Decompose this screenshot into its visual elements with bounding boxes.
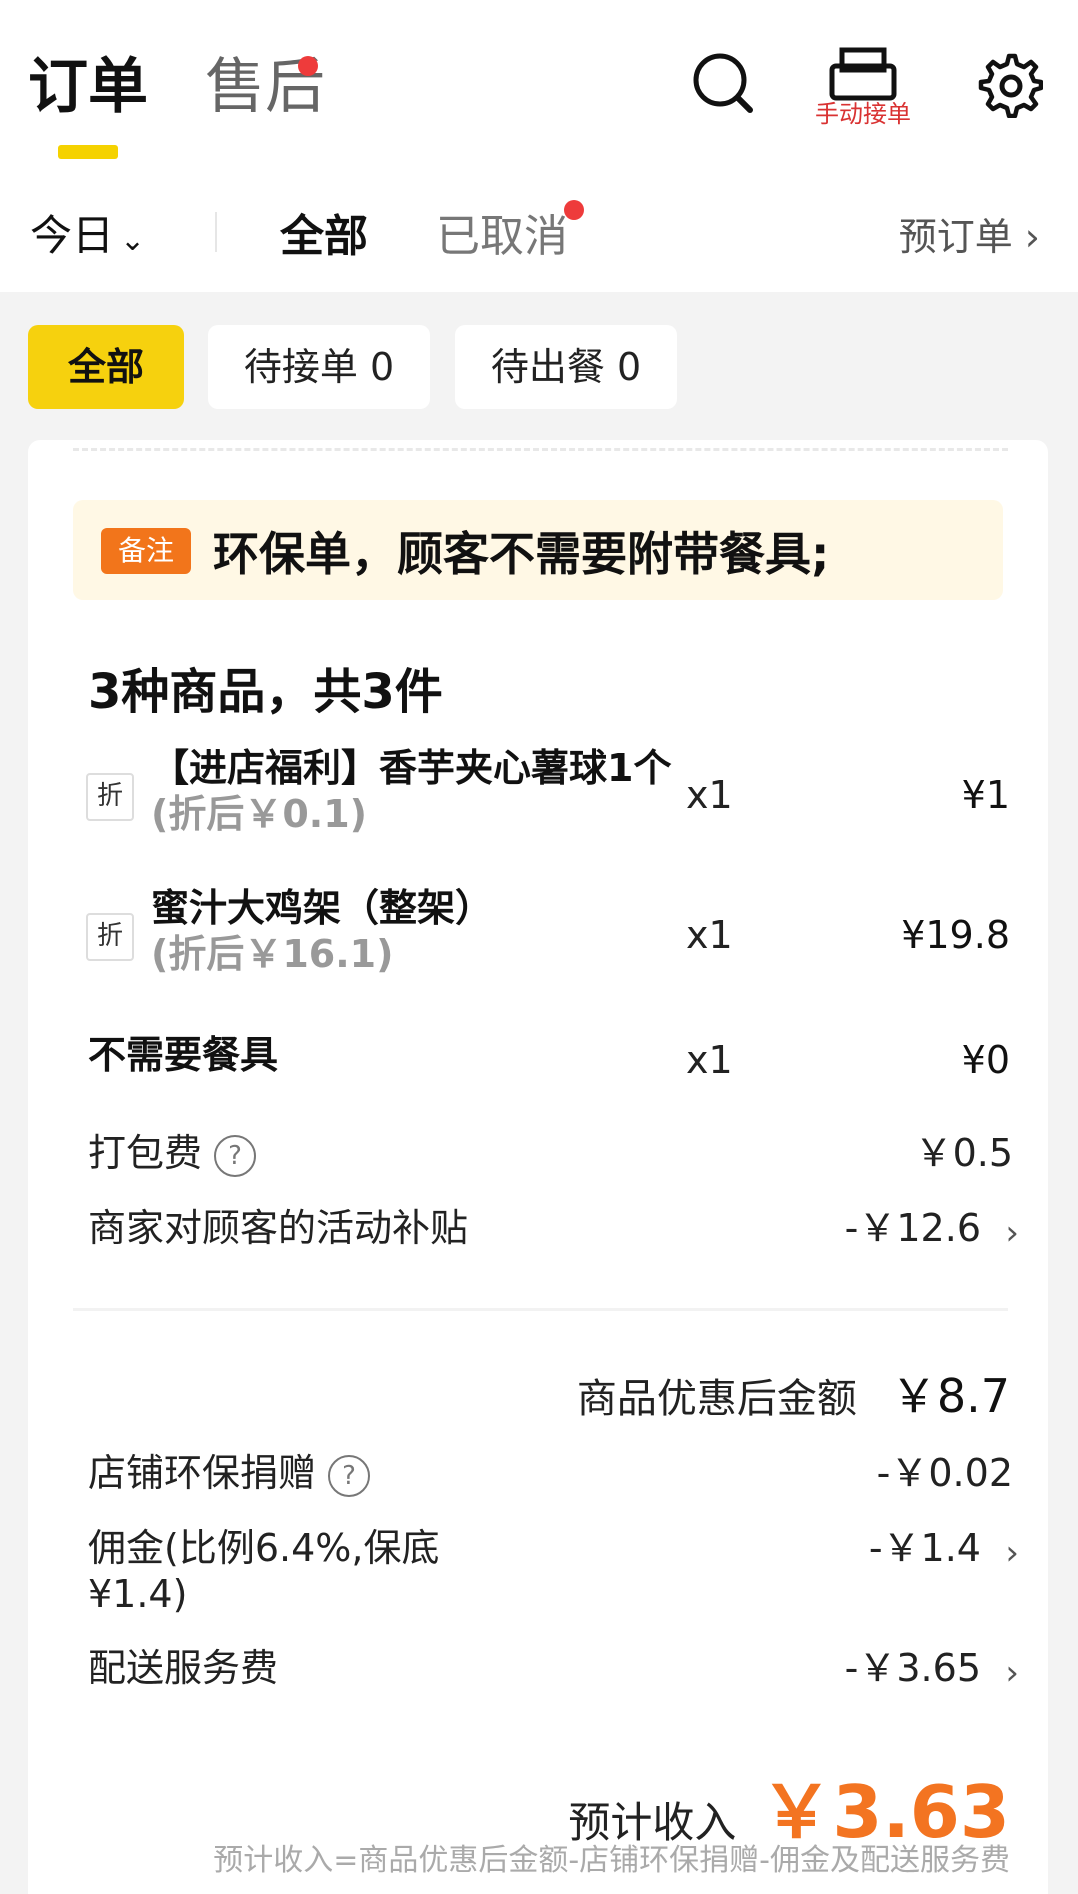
list-item: 不需要餐具 x1 ¥0 [28, 1032, 1048, 1092]
income-formula: 预计收入=商品优惠后金额-店铺环保捐赠-佣金及配送服务费 [213, 1843, 1010, 1878]
item-name: 【进店福利】香芋夹心薯球1个(折后￥0.1) [151, 745, 711, 837]
eco-donation-label: 店铺环保捐赠 [88, 1451, 317, 1495]
after-sales-notification-dot [298, 56, 318, 76]
packing-fee-label: 打包费 [88, 1131, 203, 1175]
gear-icon [978, 53, 1044, 119]
settings-button[interactable] [975, 50, 1044, 119]
manual-accept-button[interactable]: 手动接单 [808, 46, 918, 128]
packing-fee-row: 打包费? ￥0.5 [88, 1130, 1013, 1180]
tab-orders[interactable]: 订单 [28, 52, 148, 122]
manual-accept-label: 手动接单 [815, 100, 911, 128]
merchant-subsidy-label: 商家对顾客的活动补贴 [88, 1206, 469, 1250]
preorder-label: 预订单 [898, 215, 1013, 259]
item-price: ¥19.8 [901, 913, 1010, 957]
delivery-fee-label: 配送服务费 [88, 1646, 279, 1690]
delivery-fee-row[interactable]: 配送服务费 -￥3.65 › [88, 1645, 1019, 1695]
discount-tag: 折 [86, 773, 134, 821]
help-icon[interactable]: ? [214, 1134, 257, 1177]
commission-value: -￥1.4 [868, 1526, 981, 1570]
chevron-down-icon: ⌄ [120, 223, 146, 258]
help-icon[interactable]: ? [328, 1454, 371, 1497]
search-button[interactable] [690, 50, 756, 116]
date-filter-label: 今日 [30, 211, 115, 260]
item-title: 不需要餐具 [88, 1033, 279, 1077]
commission-row[interactable]: 佣金(比例6.4%,保底¥1.4) -￥1.4 › [88, 1525, 1019, 1625]
subtotal-label: 商品优惠后金额 [576, 1376, 857, 1422]
filter-chip-pending-prepare[interactable]: 待出餐 0 [455, 325, 677, 409]
search-icon [693, 53, 753, 113]
packing-fee-label-wrap: 打包费? [88, 1130, 257, 1177]
merchant-subsidy-row[interactable]: 商家对顾客的活动补贴 -￥12.6 › [88, 1205, 1019, 1255]
filter-chip-all[interactable]: 全部 [28, 325, 184, 409]
item-title: 【进店福利】香芋夹心薯球1个 [151, 746, 672, 790]
item-discounted-price: (折后￥0.1) [151, 792, 368, 836]
item-qty: x1 [686, 773, 733, 817]
delivery-fee-value: -￥3.65 [844, 1646, 981, 1690]
packing-fee-value: ￥0.5 [914, 1131, 1013, 1175]
item-price: ¥1 [961, 773, 1010, 817]
date-filter[interactable]: 今日 ⌄ [30, 202, 145, 263]
divider [215, 212, 217, 252]
chevron-right-icon: › [1005, 1213, 1019, 1253]
top-bar: 订单 售后 手动接单 [0, 0, 1078, 162]
item-qty: x1 [686, 1038, 733, 1082]
item-price: ¥0 [961, 1038, 1010, 1082]
item-name: 蜜汁大鸡架（整架） (折后￥16.1) [151, 885, 711, 977]
tab-cancelled[interactable]: 已取消 [436, 200, 568, 264]
eco-donation-row: 店铺环保捐赠? -￥0.02 [88, 1450, 1013, 1500]
note-badge: 备注 [101, 528, 191, 574]
discount-tag: 折 [86, 913, 134, 961]
filter-chip-pending-accept[interactable]: 待接单 0 [208, 325, 430, 409]
list-item: 折 【进店福利】香芋夹心薯球1个(折后￥0.1) x1 ¥1 [28, 745, 1048, 845]
cancelled-notification-dot [564, 200, 584, 220]
chevron-right-icon: › [1005, 1653, 1019, 1693]
chevron-right-icon: › [1024, 215, 1040, 259]
merchant-subsidy-value: -￥12.6 [844, 1206, 981, 1250]
active-tab-indicator [58, 145, 118, 159]
item-qty: x1 [686, 913, 733, 957]
item-discounted-price: (折后￥16.1) [151, 932, 394, 976]
sub-nav: 今日 ⌄ 全部 已取消 预订单 › [0, 162, 1078, 292]
tab-all[interactable]: 全部 [280, 200, 368, 264]
order-card: 备注 环保单，顾客不需要附带餐具; 3种商品，共3件 折 【进店福利】香芋夹心薯… [28, 440, 1048, 1894]
eco-donation-label-wrap: 店铺环保捐赠? [88, 1450, 371, 1497]
item-title: 蜜汁大鸡架（整架） [151, 886, 494, 930]
divider [73, 1308, 1008, 1311]
goods-summary: 3种商品，共3件 [88, 664, 443, 720]
subtotal-row: 商品优惠后金额 ￥8.7 [577, 1360, 1010, 1426]
commission-label: 佣金(比例6.4%,保底¥1.4) [88, 1526, 440, 1616]
eco-donation-value: -￥0.02 [876, 1451, 1013, 1495]
list-item: 折 蜜汁大鸡架（整架） (折后￥16.1) x1 ¥19.8 [28, 885, 1048, 985]
subtotal-value: ￥8.7 [890, 1369, 1010, 1423]
order-note: 备注 环保单，顾客不需要附带餐具; [73, 500, 1003, 600]
dashed-divider [73, 448, 1008, 451]
chevron-right-icon: › [1005, 1533, 1019, 1573]
note-text: 环保单，顾客不需要附带餐具; [213, 527, 830, 581]
preorder-link[interactable]: 预订单 › [899, 206, 1040, 261]
